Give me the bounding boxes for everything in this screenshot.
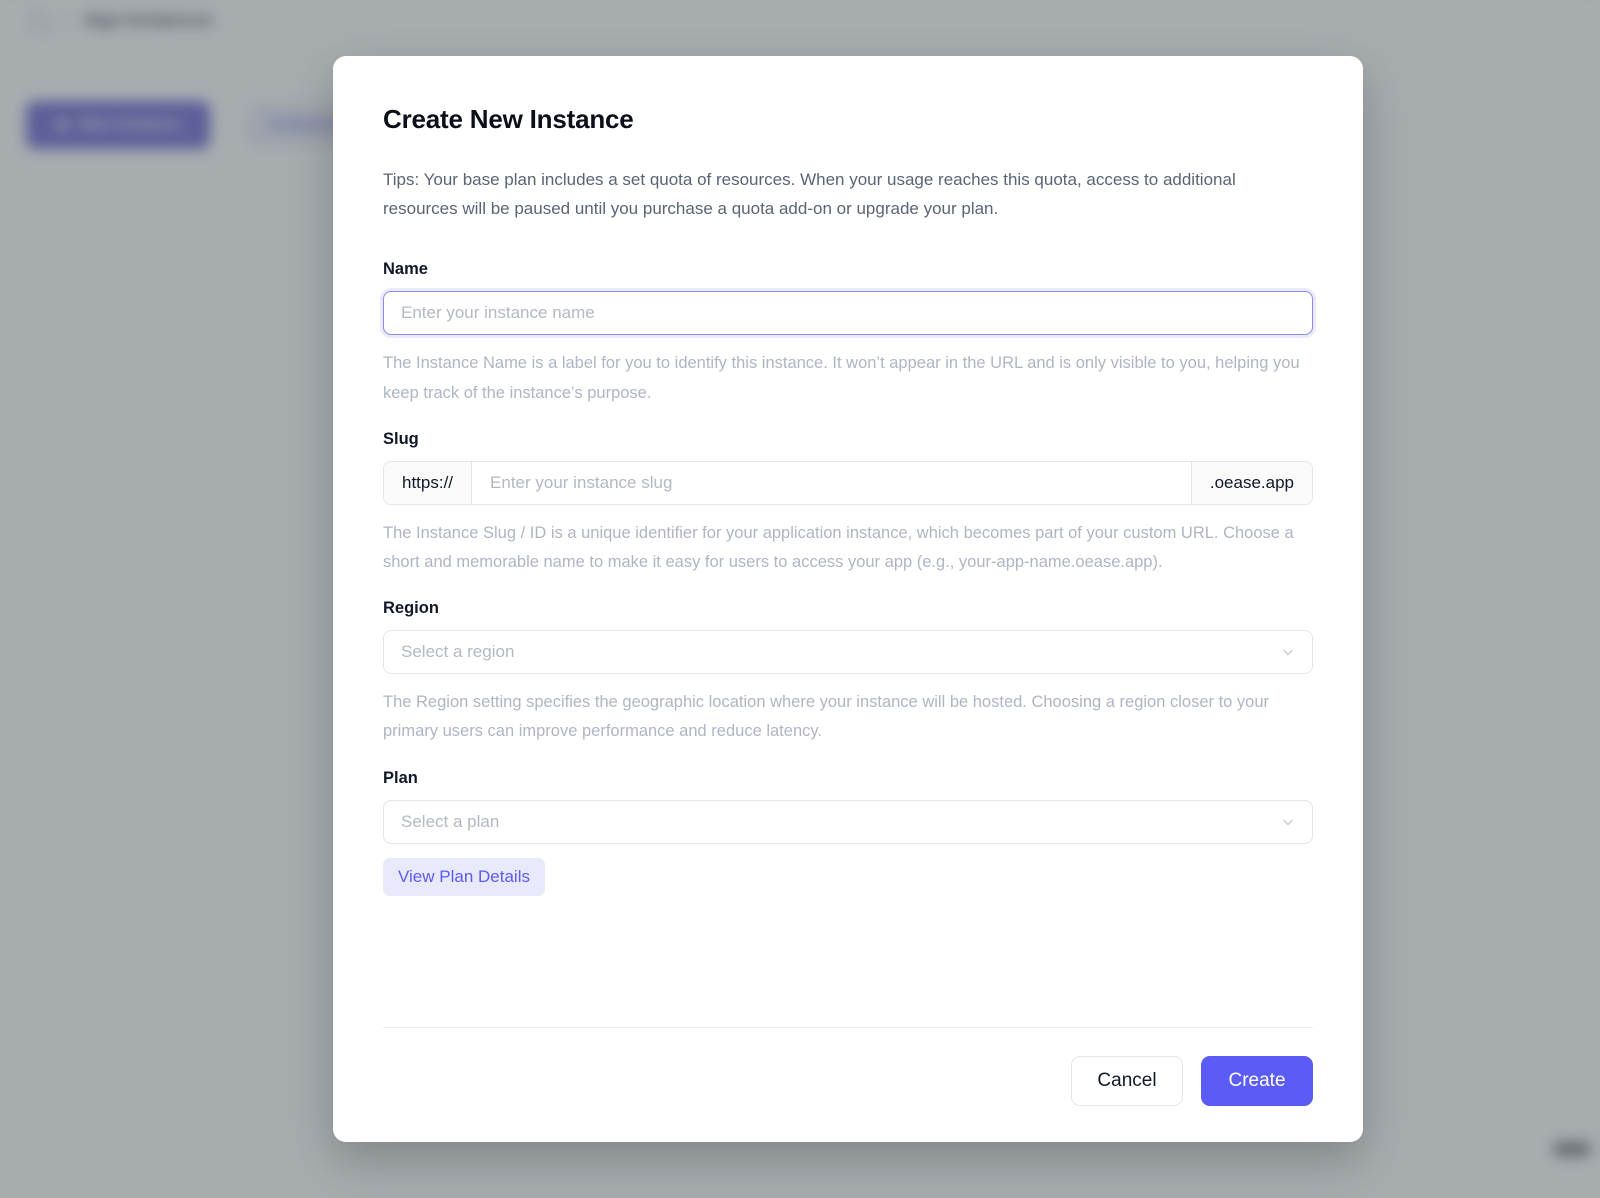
plan-select[interactable]: Select a plan [383,799,1313,844]
chevron-down-icon [1280,644,1296,660]
region-label: Region [383,599,439,618]
region-help-text: The Region setting specifies the geograp… [383,693,1270,741]
name-help-text: The Instance Name is a label for you to … [383,354,1300,402]
create-button[interactable]: Create [1201,1056,1313,1106]
field-region: Region Select a region The Region settin… [383,599,1313,746]
slug-prefix: https:// [384,461,473,504]
modal-spacer [383,918,1313,1005]
field-plan: Plan Select a plan View Plan Details [383,769,1313,896]
cancel-button[interactable]: Cancel [1071,1056,1183,1106]
plan-label: Plan [383,768,418,787]
slug-help-text: The Instance Slug / ID is a unique ident… [383,523,1294,572]
tips-text: Tips: Your base plan includes a set quot… [383,170,1236,219]
instance-name-input[interactable] [383,291,1313,336]
plan-select-value: Select a plan [401,811,500,831]
create-instance-dialog: Create New Instance Tips: Your base plan… [333,56,1363,1142]
slug-input-group: https:// .oease.app [383,460,1313,505]
field-name: Name The Instance Name is a label for yo… [383,260,1313,407]
slug-label: Slug [383,429,419,448]
chevron-down-icon [1280,814,1296,830]
region-select[interactable]: Select a region [383,630,1313,675]
field-slug: Slug https:// .oease.app The Instance Sl… [383,430,1313,577]
instance-slug-input[interactable] [472,461,1191,504]
name-label: Name [383,260,428,279]
slug-suffix: .oease.app [1190,461,1312,504]
dialog-footer: Cancel Create [383,1028,1313,1142]
dialog-title: Create New Instance [383,104,634,134]
region-select-value: Select a region [401,642,515,662]
view-plan-details-button[interactable]: View Plan Details [383,857,545,896]
